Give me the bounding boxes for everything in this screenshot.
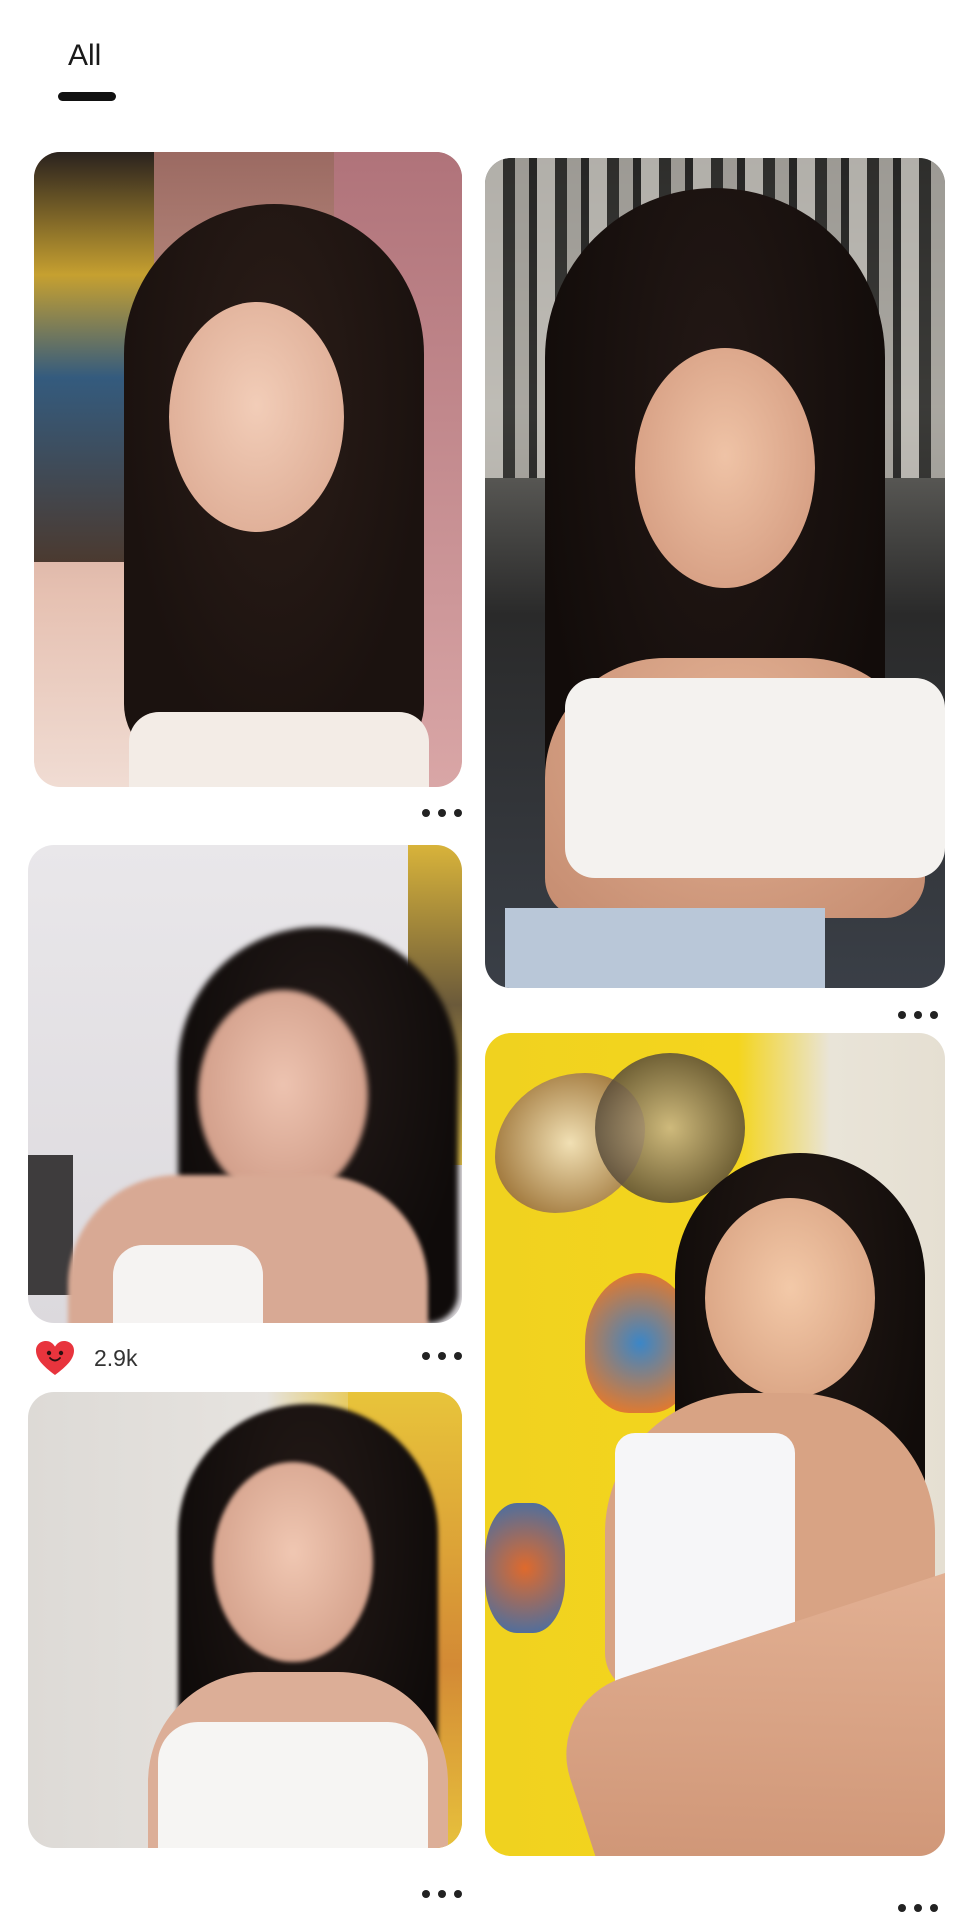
photo-backdrop-object xyxy=(28,1155,73,1295)
pin-image-2[interactable] xyxy=(485,158,945,988)
pin-image-5[interactable] xyxy=(485,1033,945,1856)
top-tab-bar: All xyxy=(0,0,966,120)
photo-face xyxy=(213,1462,373,1662)
photo-top xyxy=(565,678,945,878)
photo-top xyxy=(113,1245,263,1323)
photo-butterfly xyxy=(485,1503,565,1633)
photo-face xyxy=(198,990,368,1200)
pin-3-more-button[interactable] xyxy=(422,1346,462,1366)
tab-all[interactable]: All xyxy=(58,36,120,106)
photo-clothing xyxy=(129,712,429,787)
pin-2-more-button[interactable] xyxy=(898,1005,938,1025)
more-horizontal-icon xyxy=(898,1011,906,1019)
pin-image-3[interactable] xyxy=(28,845,462,1323)
pin-5-more-button[interactable] xyxy=(898,1898,938,1918)
heart-icon[interactable] xyxy=(34,1339,76,1377)
more-horizontal-icon xyxy=(422,809,430,817)
pin-image-4[interactable] xyxy=(28,1392,462,1848)
more-horizontal-icon xyxy=(422,1352,430,1360)
tab-all-label: All xyxy=(68,39,102,72)
pin-image-1[interactable] xyxy=(34,152,462,787)
more-horizontal-icon xyxy=(898,1904,906,1912)
photo-top xyxy=(158,1722,428,1848)
photo-face xyxy=(705,1198,875,1398)
pin-1-more-button[interactable] xyxy=(422,803,462,823)
photo-face xyxy=(635,348,815,588)
more-horizontal-icon xyxy=(422,1890,430,1898)
active-tab-indicator xyxy=(58,92,116,101)
pin-4-more-button[interactable] xyxy=(422,1884,462,1904)
like-count: 2.9k xyxy=(94,1345,138,1371)
photo-face xyxy=(169,302,344,532)
photo-jeans xyxy=(505,908,825,988)
pin-3-like-row: 2.9k xyxy=(34,1338,137,1378)
